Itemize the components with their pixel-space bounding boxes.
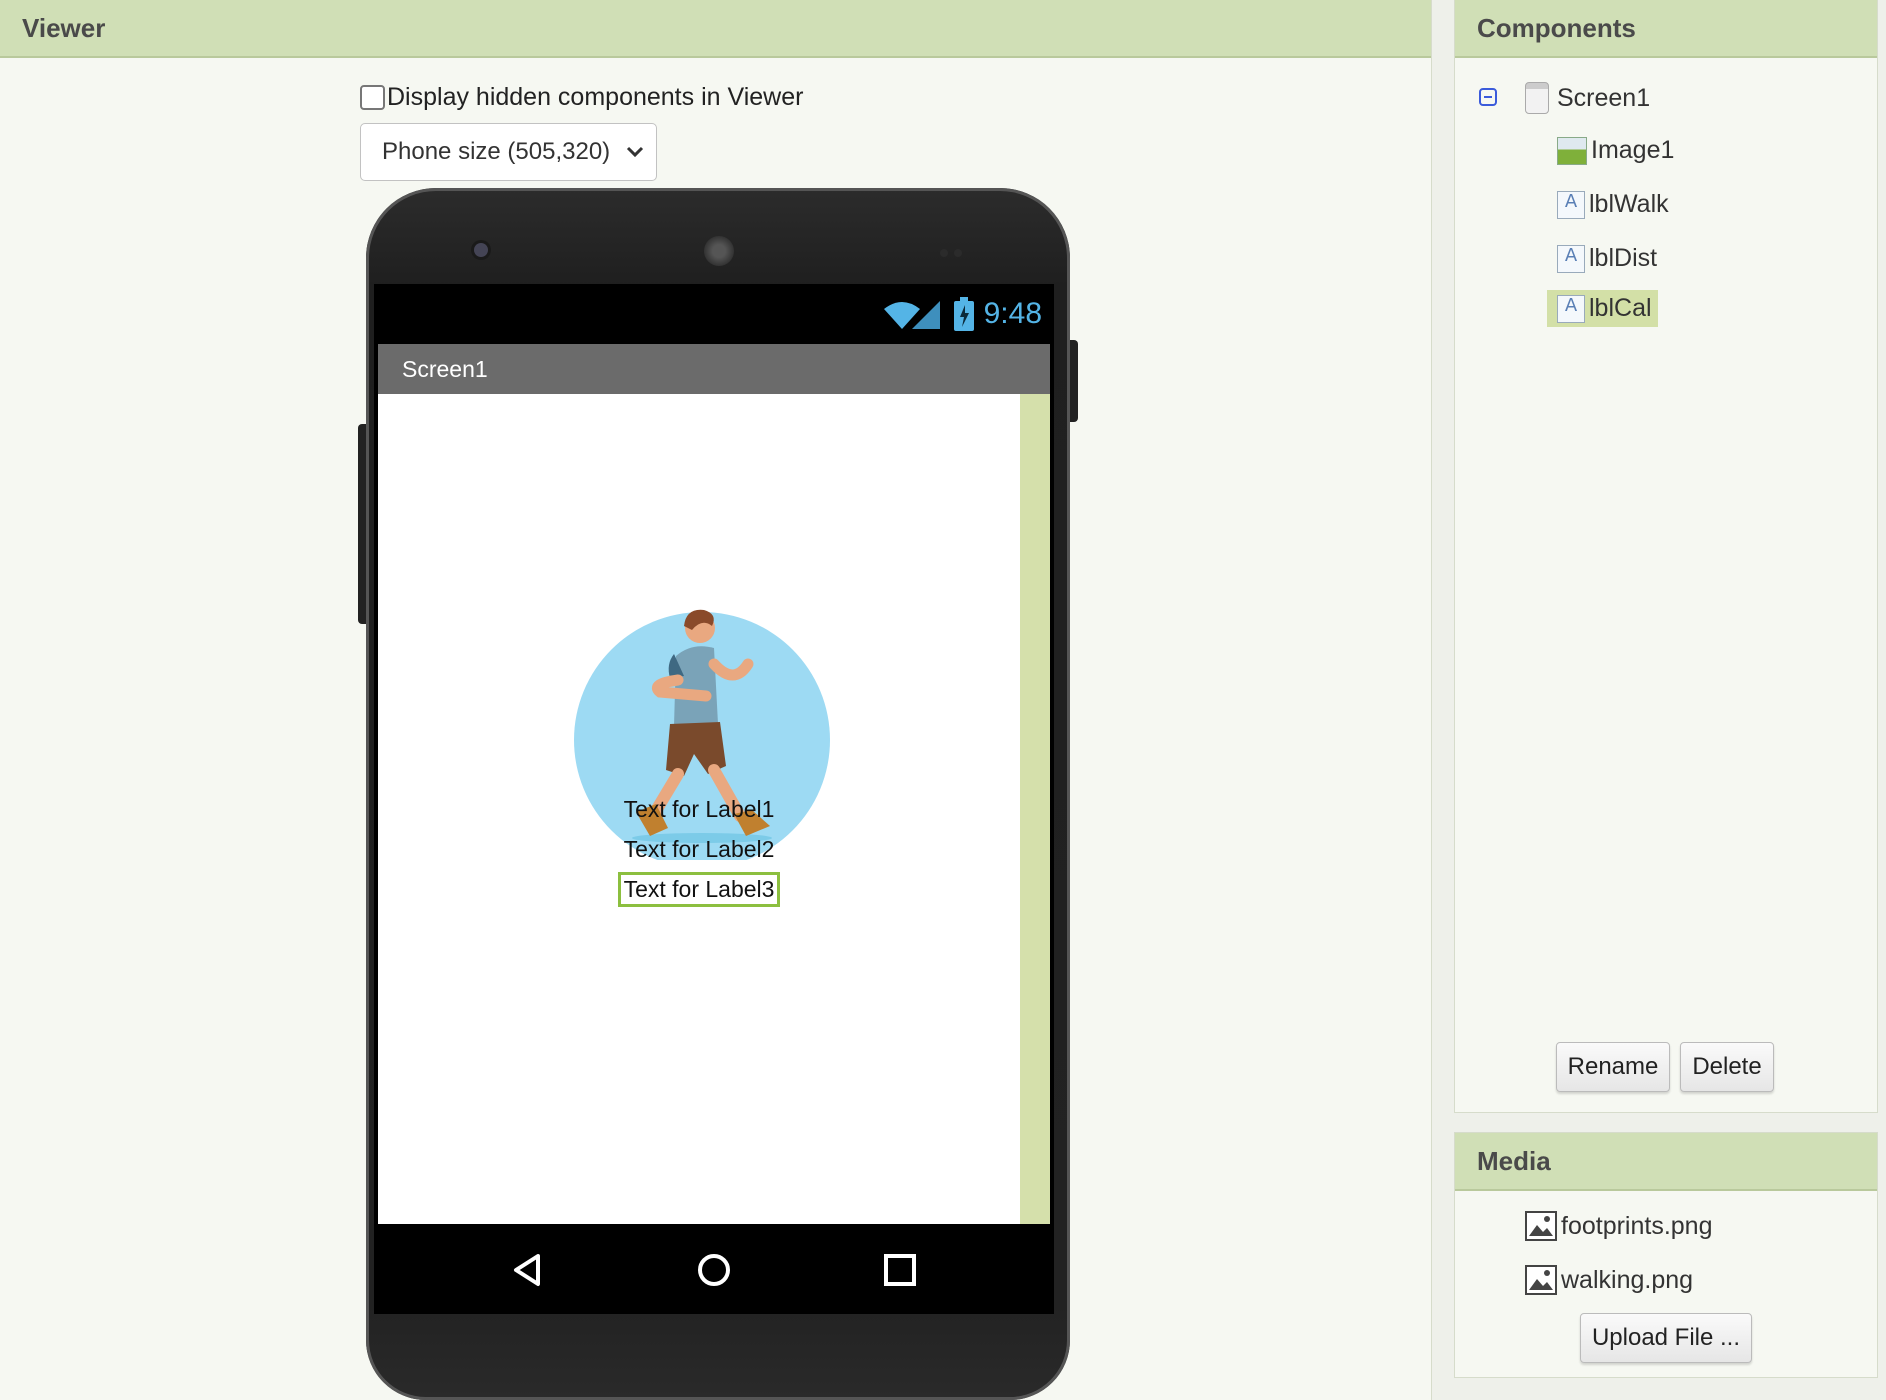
label-1-text: Text for Label1 — [623, 796, 775, 822]
tree-item-label: Screen1 — [1557, 83, 1651, 112]
delete-button[interactable]: Delete — [1680, 1042, 1774, 1092]
viewer-options: Display hidden components in Viewer Phon… — [360, 83, 803, 181]
viewer-panel: Viewer Display hidden components in View… — [0, 0, 1432, 1400]
media-header: Media — [1455, 1133, 1877, 1191]
volume-button — [358, 424, 366, 624]
hidden-components-label: Display hidden components in Viewer — [387, 83, 804, 111]
label-2-text: Text for Label2 — [623, 836, 775, 862]
components-panel: Components Screen1 Image1 A lblWalk A lb… — [1454, 0, 1878, 1113]
tree-item-label: lblWalk — [1589, 190, 1669, 218]
tree-item-label: lblDist — [1589, 244, 1658, 272]
screen-icon — [1525, 82, 1549, 114]
screen-content: Text for Label1 Text for Label2 Text for… — [378, 394, 1050, 1224]
home-icon[interactable] — [696, 1252, 732, 1288]
media-panel: Media footprints.png walking.png Upload … — [1454, 1132, 1878, 1378]
nav-bar — [374, 1224, 1054, 1316]
battery-icon — [953, 297, 974, 331]
tree-item-screen1[interactable]: Screen1 — [1525, 82, 1650, 114]
label-icon: A — [1557, 294, 1585, 323]
components-header: Components — [1455, 0, 1877, 58]
components-title: Components — [1477, 12, 1636, 43]
label-2[interactable]: Text for Label2 — [378, 836, 1020, 863]
tree-item-label: Image1 — [1591, 136, 1675, 164]
collapse-icon[interactable] — [1479, 88, 1497, 106]
image-icon — [1557, 136, 1587, 165]
tree-item-label: lblCal — [1589, 294, 1652, 322]
phone-size-select[interactable]: Phone size (505,320) — [360, 123, 657, 181]
media-file-name: walking.png — [1561, 1265, 1694, 1294]
media-file-walking[interactable]: walking.png — [1525, 1265, 1693, 1295]
tree-item-image1[interactable]: Image1 — [1557, 136, 1674, 165]
power-button — [1070, 340, 1078, 422]
upload-file-button[interactable]: Upload File ... — [1580, 1313, 1752, 1363]
image-file-icon — [1525, 1211, 1557, 1241]
screen-title-bar: Screen1 — [378, 344, 1050, 394]
label-3-text: Text for Label3 — [617, 872, 781, 907]
media-file-name: footprints.png — [1561, 1211, 1713, 1240]
viewer-title: Viewer — [22, 12, 106, 43]
label-icon: A — [1557, 244, 1585, 273]
tree-item-lblcal[interactable]: A lblCal — [1547, 290, 1658, 327]
viewer-header: Viewer — [0, 0, 1431, 58]
chevron-down-icon — [626, 146, 644, 158]
phone-frame: 9:48 Screen1 Text for Label1 Text for La… — [358, 188, 1078, 1400]
wifi-signal-icon — [883, 301, 940, 329]
sensors-icon — [940, 244, 970, 257]
tree-item-lblwalk[interactable]: A lblWalk — [1557, 190, 1669, 219]
media-title: Media — [1477, 1145, 1551, 1176]
label-3[interactable]: Text for Label3 — [378, 872, 1020, 907]
image-file-icon — [1525, 1265, 1557, 1295]
media-file-footprints[interactable]: footprints.png — [1525, 1211, 1713, 1241]
hidden-components-checkbox[interactable] — [360, 85, 385, 110]
status-bar: 9:48 — [374, 284, 1054, 344]
screen-title: Screen1 — [402, 355, 488, 382]
phone-screen: 9:48 Screen1 Text for Label1 Text for La… — [374, 284, 1054, 1314]
scroll-strip — [1020, 394, 1050, 1224]
front-camera-icon — [474, 243, 488, 257]
back-icon[interactable] — [510, 1252, 546, 1288]
status-time: 9:48 — [983, 297, 1042, 330]
rename-button[interactable]: Rename — [1556, 1042, 1670, 1092]
label-icon: A — [1557, 190, 1585, 219]
speaker-icon — [704, 236, 734, 266]
recents-icon[interactable] — [882, 1252, 918, 1288]
tree-item-lbldist[interactable]: A lblDist — [1557, 244, 1657, 273]
hidden-components-toggle[interactable]: Display hidden components in Viewer — [360, 83, 803, 112]
phone-size-value: Phone size (505,320) — [382, 138, 611, 165]
label-1[interactable]: Text for Label1 — [378, 796, 1020, 823]
